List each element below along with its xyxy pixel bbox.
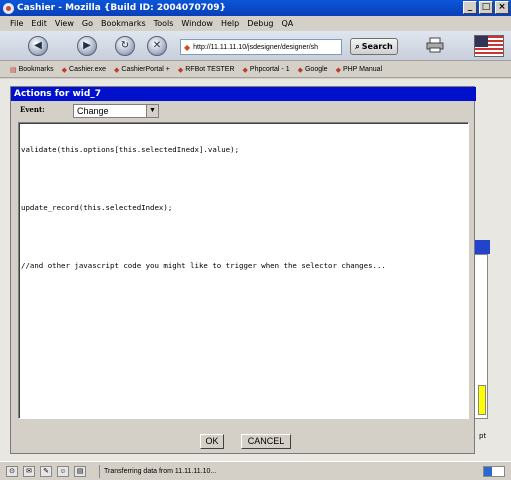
- bookmarks-toolbar: ▤ Bookmarks ◆ Cashier.exe ◆ CashierPorta…: [0, 62, 511, 78]
- search-button-label: Search: [361, 42, 393, 51]
- chevron-down-icon[interactable]: ▼: [146, 105, 158, 117]
- code-line: //and other javascript code you might li…: [21, 261, 386, 270]
- menu-tools[interactable]: Tools: [154, 19, 174, 28]
- window-title: Cashier - Mozilla {Build ID: 2004070709}: [17, 3, 226, 13]
- window-titlebar: Cashier - Mozilla {Build ID: 2004070709}…: [0, 0, 511, 16]
- bookmark-item[interactable]: ◆ CashierPortal +: [114, 66, 170, 74]
- menu-file[interactable]: File: [10, 19, 23, 28]
- bookmarks-menu[interactable]: ▤ Bookmarks: [10, 66, 54, 74]
- reload-icon[interactable]: ↻: [115, 36, 135, 56]
- menu-window[interactable]: Window: [181, 19, 213, 28]
- minimize-button[interactable]: _: [463, 1, 477, 14]
- bookmark-label: Google: [304, 66, 328, 73]
- window-controls: _ □ ×: [463, 1, 509, 14]
- progress-bar: [483, 466, 505, 477]
- forward-icon[interactable]: ▶: [77, 36, 97, 56]
- cancel-button[interactable]: CANCEL: [241, 434, 291, 449]
- bookmark-label: RFBot TESTER: [185, 66, 235, 73]
- address-book-icon[interactable]: ▤: [74, 465, 86, 477]
- bookmarks-icon: ▤: [10, 66, 17, 74]
- bookmark-label: Cashier.exe: [69, 66, 106, 73]
- bookmark-item[interactable]: ◆ RFBot TESTER: [178, 66, 235, 74]
- bookmark-page-icon: ◆: [177, 66, 184, 74]
- ok-button[interactable]: OK: [200, 434, 224, 449]
- actions-dialog: Actions for wid_7 Event: Change ▼ valida…: [10, 86, 476, 454]
- bookmark-page-icon: ◆: [114, 66, 120, 74]
- menu-go[interactable]: Go: [82, 19, 93, 28]
- bookmark-label: Phpcortal - 1: [249, 66, 290, 73]
- menu-help[interactable]: Help: [221, 19, 239, 28]
- bookmark-item[interactable]: ◆ Phpcortal - 1: [243, 66, 290, 74]
- menu-bar: File Edit View Go Bookmarks Tools Window…: [0, 16, 511, 31]
- navigation-toolbar: ◀ ▶ ↻ ✕ ◆ http://11.11.11.10/jsdesigner/…: [0, 31, 511, 61]
- event-label: Event:: [20, 105, 45, 114]
- menu-edit[interactable]: Edit: [31, 19, 47, 28]
- bookmark-label: PHP Manual: [342, 66, 383, 73]
- mail-icon[interactable]: ✉: [23, 465, 35, 477]
- status-text: Transferring data from 11.11.11.10...: [99, 464, 399, 478]
- search-button[interactable]: ⌕ Search: [350, 38, 398, 55]
- stop-icon[interactable]: ✕: [147, 36, 167, 56]
- bookmark-page-icon: ◆: [242, 66, 248, 74]
- bookmark-label: CashierPortal +: [121, 66, 170, 73]
- dialog-title: Actions for wid_7: [11, 87, 476, 101]
- progress-fill: [484, 467, 492, 476]
- chat-icon[interactable]: ☺: [57, 465, 69, 477]
- bookmark-page-icon: ◆: [335, 66, 341, 74]
- close-button[interactable]: ×: [495, 1, 509, 14]
- menu-debug[interactable]: Debug: [247, 19, 273, 28]
- event-select[interactable]: Change ▼: [73, 104, 159, 118]
- code-editor[interactable]: validate(this.options[this.selectedInedx…: [18, 122, 469, 419]
- navigator-icon[interactable]: ⊙: [6, 465, 18, 477]
- search-icon: ⌕: [355, 41, 360, 51]
- bookmark-page-icon: ◆: [297, 66, 303, 74]
- mozilla-icon: [3, 2, 14, 14]
- code-line: update_record(this.selectedIndex);: [21, 203, 173, 212]
- background-label: pt: [479, 432, 487, 440]
- menu-qa[interactable]: QA: [282, 19, 294, 28]
- bookmark-label: Bookmarks: [18, 66, 54, 73]
- code-line: validate(this.options[this.selectedInedx…: [21, 145, 240, 154]
- composer-icon[interactable]: ✎: [40, 465, 52, 477]
- printer-icon[interactable]: [426, 37, 444, 53]
- maximize-button[interactable]: □: [479, 1, 493, 14]
- background-widget[interactable]: [478, 385, 486, 415]
- menu-bookmarks[interactable]: Bookmarks: [101, 19, 146, 28]
- event-selected-value: Change: [77, 106, 109, 116]
- bookmark-page-icon: ◆: [61, 66, 68, 74]
- mozilla-throbber-icon: [474, 35, 504, 57]
- site-icon: ◆: [184, 42, 191, 52]
- bookmark-item[interactable]: ◆ PHP Manual: [336, 66, 383, 74]
- bookmark-item[interactable]: ◆ Cashier.exe: [62, 66, 106, 74]
- menu-view[interactable]: View: [55, 19, 74, 28]
- back-icon[interactable]: ◀: [28, 36, 48, 56]
- url-input[interactable]: ◆ http://11.11.11.10/jsdesigner/designer…: [180, 39, 342, 55]
- status-bar: ⊙ ✉ ✎ ☺ ▤ Transferring data from 11.11.1…: [0, 461, 511, 480]
- url-text: http://11.11.11.10/jsdesigner/designer/s…: [193, 43, 319, 51]
- bookmark-item[interactable]: ◆ Google: [298, 66, 328, 74]
